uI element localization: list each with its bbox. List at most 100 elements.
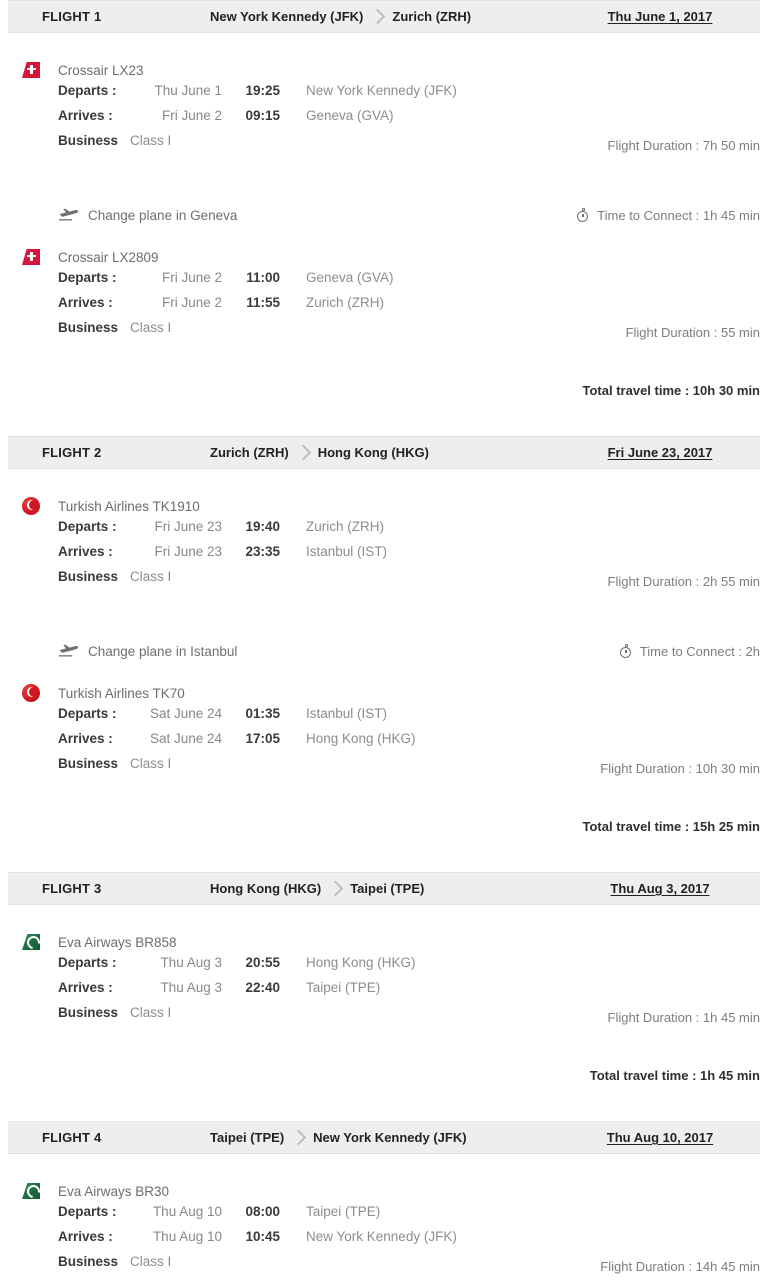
chevron-right-icon <box>370 8 386 25</box>
route-destination: Hong Kong (HKG) <box>317 445 429 460</box>
departs-date: Thu Aug 3 <box>160 955 222 970</box>
departs-time: 19:40 <box>245 519 280 534</box>
flight-date: Thu June 1, 2017 <box>607 9 713 24</box>
arrives-label: Arrives : <box>58 295 113 310</box>
airline-name: Turkish Airlines TK1910 <box>58 498 200 514</box>
flight-route: Hong Kong (HKG) Taipei (TPE) <box>210 880 424 897</box>
airline-row: Eva Airways BR858 <box>0 929 770 955</box>
cabin-name: Business <box>58 320 119 335</box>
departs-row: Departs : Fri June 2 11:00 Geneva (GVA) <box>58 270 770 295</box>
airline-name: Turkish Airlines TK70 <box>58 685 185 701</box>
flight-header-3: FLIGHT 3 Hong Kong (HKG) Taipei (TPE) Th… <box>8 872 760 905</box>
route-origin: Taipei (TPE) <box>210 1130 285 1145</box>
airline-row: Crossair LX2809 <box>0 244 770 270</box>
flight-date: Fri June 23, 2017 <box>607 445 713 460</box>
swiss-tailfin-icon <box>20 247 44 267</box>
arrives-time: 10:45 <box>245 1229 280 1244</box>
departs-row: Departs : Thu June 1 19:25 New York Kenn… <box>58 83 770 108</box>
flight-date: Thu Aug 10, 2017 <box>606 1130 714 1145</box>
class-code: Class I <box>130 756 172 771</box>
arrives-row: Arrives : Sat June 24 17:05 Hong Kong (H… <box>58 731 770 756</box>
arrives-label: Arrives : <box>58 1229 113 1244</box>
class-code: Class I <box>130 1005 172 1020</box>
airline-name: Eva Airways BR30 <box>58 1183 170 1199</box>
flight-header-1: FLIGHT 1 New York Kennedy (JFK) Zurich (… <box>8 0 760 33</box>
arrives-place: Hong Kong (HKG) <box>306 731 416 746</box>
cabin-name: Business <box>58 133 119 148</box>
segment: Eva Airways BR30 Departs : Thu Aug 10 08… <box>0 1178 770 1279</box>
class-code: Class I <box>130 1254 172 1269</box>
departs-place: Zurich (ZRH) <box>306 519 384 534</box>
total-travel-time: Total travel time : 1h 45 min <box>589 1068 760 1083</box>
departs-time: 11:00 <box>246 270 280 285</box>
chevron-right-icon <box>327 880 344 897</box>
flight-route: Taipei (TPE) New York Kennedy (JFK) <box>210 1129 467 1146</box>
route-destination: New York Kennedy (JFK) <box>313 1130 467 1145</box>
departs-place: Geneva (GVA) <box>306 270 394 285</box>
arrives-label: Arrives : <box>58 731 113 746</box>
cabin-name: Business <box>58 569 119 584</box>
flight-header-4: FLIGHT 4 Taipei (TPE) New York Kennedy (… <box>8 1121 760 1154</box>
airline-row: Turkish Airlines TK1910 <box>0 493 770 519</box>
turkish-roundel-icon <box>20 496 44 516</box>
flight-number-label: FLIGHT 4 <box>42 1130 102 1145</box>
arrives-label: Arrives : <box>58 980 113 995</box>
airline-name: Eva Airways BR858 <box>58 934 177 950</box>
cabin-name: Business <box>58 1254 119 1269</box>
arrives-place: Taipei (TPE) <box>306 980 381 995</box>
arrives-date: Thu Aug 10 <box>152 1229 222 1244</box>
departs-label: Departs : <box>58 706 117 721</box>
flight-number-label: FLIGHT 1 <box>42 9 102 24</box>
segment: Turkish Airlines TK70 Departs : Sat June… <box>0 680 770 781</box>
arrives-time: 09:15 <box>245 108 280 123</box>
departs-place: Hong Kong (HKG) <box>306 955 416 970</box>
departs-time: 08:00 <box>245 1204 280 1219</box>
arrives-place: Istanbul (IST) <box>306 544 388 559</box>
flight-route: Zurich (ZRH) Hong Kong (HKG) <box>210 444 429 461</box>
departs-date: Fri June 2 <box>161 270 222 285</box>
connection-row: Change plane in Istanbul Time to Connect… <box>0 638 770 664</box>
flight-header-2: FLIGHT 2 Zurich (ZRH) Hong Kong (HKG) Fr… <box>8 436 760 469</box>
flight-date: Thu Aug 3, 2017 <box>610 881 710 896</box>
airline-row: Turkish Airlines TK70 <box>0 680 770 706</box>
arrives-place: Zurich (ZRH) <box>306 295 384 310</box>
arrives-row: Arrives : Thu Aug 3 22:40 Taipei (TPE) <box>58 980 770 1005</box>
flight-itinerary: FLIGHT 1 New York Kennedy (JFK) Zurich (… <box>0 0 770 1279</box>
departs-row: Departs : Fri June 23 19:40 Zurich (ZRH) <box>58 519 770 544</box>
class-code: Class I <box>130 133 172 148</box>
arrives-time: 11:55 <box>246 295 280 310</box>
segment: Crossair LX23 Departs : Thu June 1 19:25… <box>0 57 770 158</box>
chevron-right-icon <box>290 1129 307 1146</box>
arrives-label: Arrives : <box>58 108 113 123</box>
arrives-date: Fri June 2 <box>161 295 222 310</box>
arrives-time: 23:35 <box>245 544 280 559</box>
arrives-row: Arrives : Fri June 2 11:55 Zurich (ZRH) <box>58 295 770 320</box>
departs-date: Fri June 23 <box>154 519 222 534</box>
departs-place: Taipei (TPE) <box>306 1204 381 1219</box>
departs-time: 19:25 <box>245 83 280 98</box>
flight-route: New York Kennedy (JFK) Zurich (ZRH) <box>210 8 472 25</box>
segment: Turkish Airlines TK1910 Departs : Fri Ju… <box>0 493 770 594</box>
plane-takeoff-icon <box>58 208 80 222</box>
route-origin: Hong Kong (HKG) <box>210 881 322 896</box>
chevron-right-icon <box>295 444 311 461</box>
arrives-row: Arrives : Fri June 2 09:15 Geneva (GVA) <box>58 108 770 133</box>
class-code: Class I <box>130 569 172 584</box>
departs-label: Departs : <box>58 83 117 98</box>
arrives-row: Arrives : Thu Aug 10 10:45 New York Kenn… <box>58 1229 770 1254</box>
plane-takeoff-icon <box>58 644 80 658</box>
route-destination: Zurich (ZRH) <box>392 9 472 24</box>
arrives-date: Thu Aug 3 <box>160 980 222 995</box>
connection-text: Change plane in Istanbul <box>88 643 238 659</box>
departs-label: Departs : <box>58 270 117 285</box>
connect-time: Time to Connect : 2h <box>639 643 760 659</box>
eva-tailfin-icon <box>20 1181 44 1201</box>
